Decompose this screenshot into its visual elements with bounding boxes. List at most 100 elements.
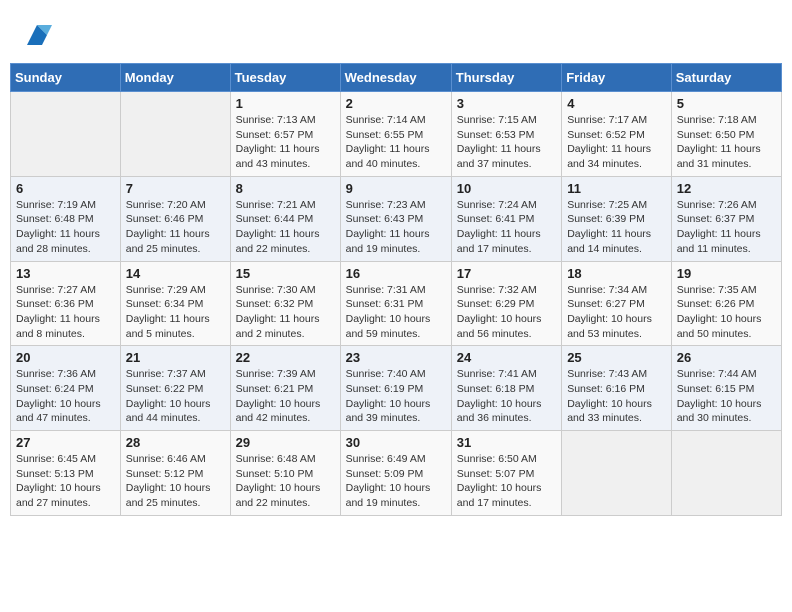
day-number: 5: [677, 96, 776, 111]
day-info: Sunrise: 6:48 AM Sunset: 5:10 PM Dayligh…: [236, 452, 335, 511]
day-info: Sunrise: 6:45 AM Sunset: 5:13 PM Dayligh…: [16, 452, 115, 511]
day-info: Sunrise: 7:27 AM Sunset: 6:36 PM Dayligh…: [16, 283, 115, 342]
day-number: 26: [677, 350, 776, 365]
day-info: Sunrise: 7:34 AM Sunset: 6:27 PM Dayligh…: [567, 283, 666, 342]
day-info: Sunrise: 7:19 AM Sunset: 6:48 PM Dayligh…: [16, 198, 115, 257]
weekday-header-cell: Wednesday: [340, 64, 451, 92]
calendar-day-cell: 2 Sunrise: 7:14 AM Sunset: 6:55 PM Daylig…: [340, 92, 451, 177]
weekday-header-cell: Friday: [562, 64, 672, 92]
day-info: Sunrise: 7:31 AM Sunset: 6:31 PM Dayligh…: [346, 283, 446, 342]
day-number: 27: [16, 435, 115, 450]
calendar-day-cell: 31Sunrise: 6:50 AM Sunset: 5:07 PM Dayli…: [451, 431, 561, 516]
day-info: Sunrise: 6:46 AM Sunset: 5:12 PM Dayligh…: [126, 452, 225, 511]
calendar-day-cell: 5 Sunrise: 7:18 AM Sunset: 6:50 PM Daylig…: [671, 92, 781, 177]
calendar-day-cell: 21 Sunrise: 7:37 AM Sunset: 6:22 PM Dayli…: [120, 346, 230, 431]
day-number: 2: [346, 96, 446, 111]
day-number: 1: [236, 96, 335, 111]
calendar-table: SundayMondayTuesdayWednesdayThursdayFrid…: [10, 63, 782, 516]
calendar-day-cell: 22 Sunrise: 7:39 AM Sunset: 6:21 PM Dayli…: [230, 346, 340, 431]
calendar-day-cell: 25 Sunrise: 7:43 AM Sunset: 6:16 PM Dayli…: [562, 346, 672, 431]
day-info: Sunrise: 6:49 AM Sunset: 5:09 PM Dayligh…: [346, 452, 446, 511]
day-info: Sunrise: 7:17 AM Sunset: 6:52 PM Dayligh…: [567, 113, 666, 172]
calendar-day-cell: 6Sunrise: 7:19 AM Sunset: 6:48 PM Daylig…: [11, 176, 121, 261]
day-number: 30: [346, 435, 446, 450]
day-info: Sunrise: 7:20 AM Sunset: 6:46 PM Dayligh…: [126, 198, 225, 257]
calendar-week-row: 6Sunrise: 7:19 AM Sunset: 6:48 PM Daylig…: [11, 176, 782, 261]
day-number: 15: [236, 266, 335, 281]
calendar-day-cell: 11 Sunrise: 7:25 AM Sunset: 6:39 PM Dayli…: [562, 176, 672, 261]
calendar-week-row: 13 Sunrise: 7:27 AM Sunset: 6:36 PM Dayli…: [11, 261, 782, 346]
day-info: Sunrise: 7:23 AM Sunset: 6:43 PM Dayligh…: [346, 198, 446, 257]
day-info: Sunrise: 7:14 AM Sunset: 6:55 PM Dayligh…: [346, 113, 446, 172]
calendar-day-cell: 29 Sunrise: 6:48 AM Sunset: 5:10 PM Dayli…: [230, 431, 340, 516]
weekday-header-cell: Tuesday: [230, 64, 340, 92]
logo: [20, 20, 52, 50]
day-number: 24: [457, 350, 556, 365]
calendar-day-cell: [671, 431, 781, 516]
calendar-day-cell: 15 Sunrise: 7:30 AM Sunset: 6:32 PM Dayli…: [230, 261, 340, 346]
calendar-day-cell: 20Sunrise: 7:36 AM Sunset: 6:24 PM Dayli…: [11, 346, 121, 431]
calendar-day-cell: 18Sunrise: 7:34 AM Sunset: 6:27 PM Dayli…: [562, 261, 672, 346]
page-header: [10, 10, 782, 55]
calendar-day-cell: 17 Sunrise: 7:32 AM Sunset: 6:29 PM Dayli…: [451, 261, 561, 346]
weekday-header-cell: Thursday: [451, 64, 561, 92]
day-number: 21: [126, 350, 225, 365]
logo-icon: [22, 20, 52, 50]
day-info: Sunrise: 7:32 AM Sunset: 6:29 PM Dayligh…: [457, 283, 556, 342]
calendar-day-cell: 14 Sunrise: 7:29 AM Sunset: 6:34 PM Dayli…: [120, 261, 230, 346]
day-number: 10: [457, 181, 556, 196]
calendar-day-cell: 8Sunrise: 7:21 AM Sunset: 6:44 PM Daylig…: [230, 176, 340, 261]
calendar-week-row: 20Sunrise: 7:36 AM Sunset: 6:24 PM Dayli…: [11, 346, 782, 431]
day-number: 16: [346, 266, 446, 281]
calendar-day-cell: 23Sunrise: 7:40 AM Sunset: 6:19 PM Dayli…: [340, 346, 451, 431]
day-info: Sunrise: 7:44 AM Sunset: 6:15 PM Dayligh…: [677, 367, 776, 426]
day-number: 13: [16, 266, 115, 281]
calendar-week-row: 1 Sunrise: 7:13 AM Sunset: 6:57 PM Daylig…: [11, 92, 782, 177]
calendar-day-cell: 10 Sunrise: 7:24 AM Sunset: 6:41 PM Dayli…: [451, 176, 561, 261]
day-number: 7: [126, 181, 225, 196]
day-number: 17: [457, 266, 556, 281]
calendar-day-cell: 13 Sunrise: 7:27 AM Sunset: 6:36 PM Dayli…: [11, 261, 121, 346]
calendar-day-cell: 16 Sunrise: 7:31 AM Sunset: 6:31 PM Dayli…: [340, 261, 451, 346]
day-number: 28: [126, 435, 225, 450]
calendar-week-row: 27 Sunrise: 6:45 AM Sunset: 5:13 PM Dayli…: [11, 431, 782, 516]
day-number: 12: [677, 181, 776, 196]
calendar-day-cell: [562, 431, 672, 516]
calendar-day-cell: 24Sunrise: 7:41 AM Sunset: 6:18 PM Dayli…: [451, 346, 561, 431]
calendar-day-cell: 27 Sunrise: 6:45 AM Sunset: 5:13 PM Dayli…: [11, 431, 121, 516]
day-info: Sunrise: 7:13 AM Sunset: 6:57 PM Dayligh…: [236, 113, 335, 172]
calendar-day-cell: 12 Sunrise: 7:26 AM Sunset: 6:37 PM Dayli…: [671, 176, 781, 261]
day-info: Sunrise: 7:39 AM Sunset: 6:21 PM Dayligh…: [236, 367, 335, 426]
day-number: 19: [677, 266, 776, 281]
calendar-day-cell: 30 Sunrise: 6:49 AM Sunset: 5:09 PM Dayli…: [340, 431, 451, 516]
day-info: Sunrise: 7:43 AM Sunset: 6:16 PM Dayligh…: [567, 367, 666, 426]
calendar-day-cell: 3 Sunrise: 7:15 AM Sunset: 6:53 PM Daylig…: [451, 92, 561, 177]
day-info: Sunrise: 7:29 AM Sunset: 6:34 PM Dayligh…: [126, 283, 225, 342]
day-number: 25: [567, 350, 666, 365]
day-number: 11: [567, 181, 666, 196]
day-number: 3: [457, 96, 556, 111]
day-info: Sunrise: 7:18 AM Sunset: 6:50 PM Dayligh…: [677, 113, 776, 172]
day-info: Sunrise: 7:26 AM Sunset: 6:37 PM Dayligh…: [677, 198, 776, 257]
day-info: Sunrise: 7:30 AM Sunset: 6:32 PM Dayligh…: [236, 283, 335, 342]
day-info: Sunrise: 7:37 AM Sunset: 6:22 PM Dayligh…: [126, 367, 225, 426]
day-info: Sunrise: 7:15 AM Sunset: 6:53 PM Dayligh…: [457, 113, 556, 172]
day-number: 29: [236, 435, 335, 450]
day-info: Sunrise: 7:24 AM Sunset: 6:41 PM Dayligh…: [457, 198, 556, 257]
day-number: 22: [236, 350, 335, 365]
weekday-header-cell: Sunday: [11, 64, 121, 92]
calendar-day-cell: [120, 92, 230, 177]
day-info: Sunrise: 7:35 AM Sunset: 6:26 PM Dayligh…: [677, 283, 776, 342]
day-info: Sunrise: 7:25 AM Sunset: 6:39 PM Dayligh…: [567, 198, 666, 257]
day-number: 8: [236, 181, 335, 196]
day-info: Sunrise: 7:36 AM Sunset: 6:24 PM Dayligh…: [16, 367, 115, 426]
weekday-header-cell: Saturday: [671, 64, 781, 92]
day-number: 23: [346, 350, 446, 365]
calendar-day-cell: 26 Sunrise: 7:44 AM Sunset: 6:15 PM Dayli…: [671, 346, 781, 431]
day-number: 14: [126, 266, 225, 281]
day-number: 4: [567, 96, 666, 111]
calendar-body: 1 Sunrise: 7:13 AM Sunset: 6:57 PM Daylig…: [11, 92, 782, 516]
day-info: Sunrise: 6:50 AM Sunset: 5:07 PM Dayligh…: [457, 452, 556, 511]
calendar-day-cell: 28 Sunrise: 6:46 AM Sunset: 5:12 PM Dayli…: [120, 431, 230, 516]
weekday-header-row: SundayMondayTuesdayWednesdayThursdayFrid…: [11, 64, 782, 92]
